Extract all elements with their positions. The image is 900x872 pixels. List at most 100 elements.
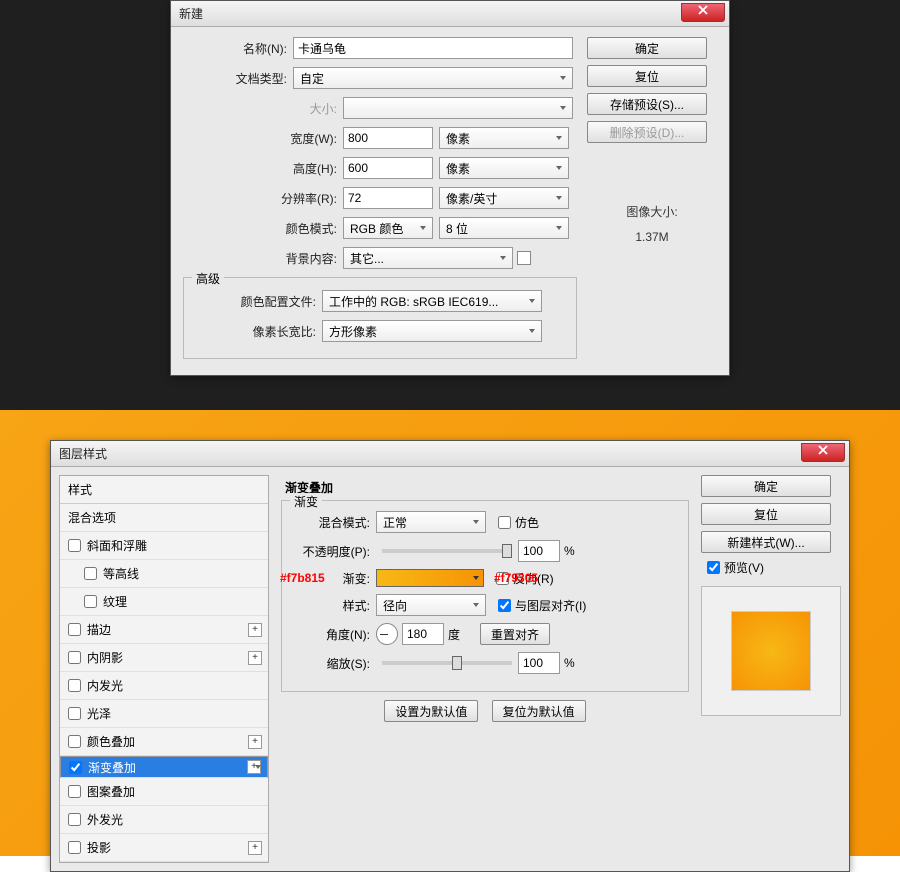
name-input[interactable]	[293, 37, 573, 59]
gradient-group: 渐变 混合模式: 正常 仿色 不透明度(P): % #f7b815	[281, 500, 689, 692]
contour-item[interactable]: 等高线	[60, 560, 268, 588]
name-label: 名称(N):	[183, 40, 293, 57]
gradient-picker[interactable]	[376, 569, 484, 587]
profile-select[interactable]: 工作中的 RGB: sRGB IEC619...	[322, 290, 542, 312]
set-default-button[interactable]: 设置为默认值	[384, 700, 478, 722]
style-label: 样式:	[290, 597, 376, 614]
reset-button[interactable]: 复位	[587, 65, 707, 87]
scale-slider[interactable]	[382, 661, 512, 665]
coloroverlay-add-icon[interactable]: +	[248, 735, 262, 749]
dropshadow-item[interactable]: 投影+	[60, 834, 268, 862]
mode-select[interactable]: RGB 颜色	[343, 217, 433, 239]
degree-label: 度	[448, 626, 460, 643]
bg-select[interactable]: 其它...	[343, 247, 513, 269]
gradientoverlay-add-icon[interactable]: +	[247, 760, 261, 774]
preview-swatch	[731, 611, 811, 691]
dialog-title: 新建	[179, 5, 203, 22]
layer-style-dialog: 图层样式 样式 混合选项 斜面和浮雕 等高线 纹理 描边+ 内阴影+ 内发光 光…	[50, 440, 850, 872]
dither-checkbox[interactable]	[498, 516, 511, 529]
percent-label-2: %	[564, 656, 575, 670]
res-label: 分辨率(R):	[183, 190, 343, 207]
opacity-slider[interactable]	[382, 549, 512, 553]
dropshadow-add-icon[interactable]: +	[248, 841, 262, 855]
advanced-group: 高级 颜色配置文件: 工作中的 RGB: sRGB IEC619... 像素长宽…	[183, 277, 577, 359]
res-unit-select[interactable]: 像素/英寸	[439, 187, 569, 209]
stroke-checkbox[interactable]	[68, 623, 81, 636]
satin-checkbox[interactable]	[68, 707, 81, 720]
ok-button[interactable]: 确定	[701, 475, 831, 497]
reset-button[interactable]: 复位	[701, 503, 831, 525]
width-input[interactable]	[343, 127, 433, 149]
contour-checkbox[interactable]	[84, 567, 97, 580]
outerglow-item[interactable]: 外发光	[60, 806, 268, 834]
stroke-add-icon[interactable]: +	[248, 623, 262, 637]
innerglow-checkbox[interactable]	[68, 679, 81, 692]
coloroverlay-item[interactable]: 颜色叠加+	[60, 728, 268, 756]
mode-label: 颜色模式:	[183, 220, 343, 237]
texture-checkbox[interactable]	[84, 595, 97, 608]
dropshadow-checkbox[interactable]	[68, 841, 81, 854]
doctype-select[interactable]: 自定	[293, 67, 573, 89]
ok-button[interactable]: 确定	[587, 37, 707, 59]
close-button[interactable]	[681, 3, 725, 22]
percent-label: %	[564, 544, 575, 558]
satin-item[interactable]: 光泽	[60, 700, 268, 728]
color2-annotation: #f79305	[494, 571, 538, 585]
new-style-button[interactable]: 新建样式(W)...	[701, 531, 831, 553]
style-select[interactable]: 径向	[376, 594, 486, 616]
subsection-label: 渐变	[290, 493, 322, 510]
angle-label: 角度(N):	[290, 626, 376, 643]
angle-input[interactable]	[402, 623, 444, 645]
align-checkbox[interactable]	[498, 599, 511, 612]
aspect-label: 像素长宽比:	[192, 323, 322, 340]
innershadow-checkbox[interactable]	[68, 651, 81, 664]
innerglow-item[interactable]: 内发光	[60, 672, 268, 700]
scale-input[interactable]	[518, 652, 560, 674]
reset-align-button[interactable]: 重置对齐	[480, 623, 550, 645]
blendmode-label: 混合模式:	[290, 514, 376, 531]
stroke-item[interactable]: 描边+	[60, 616, 268, 644]
gradientoverlay-checkbox[interactable]	[69, 761, 82, 774]
opacity-input[interactable]	[518, 540, 560, 562]
profile-label: 颜色配置文件:	[192, 293, 322, 310]
opacity-label: 不透明度(P):	[290, 543, 376, 560]
aspect-select[interactable]: 方形像素	[322, 320, 542, 342]
size-select[interactable]	[343, 97, 573, 119]
texture-item[interactable]: 纹理	[60, 588, 268, 616]
dialog-title: 图层样式	[59, 445, 107, 462]
height-unit-select[interactable]: 像素	[439, 157, 569, 179]
effects-list: 样式 混合选项 斜面和浮雕 等高线 纹理 描边+ 内阴影+ 内发光 光泽 颜色叠…	[59, 475, 269, 863]
reset-default-button[interactable]: 复位为默认值	[492, 700, 586, 722]
blendmode-select[interactable]: 正常	[376, 511, 486, 533]
angle-dial[interactable]	[376, 623, 398, 645]
width-unit-select[interactable]: 像素	[439, 127, 569, 149]
imagesize-value: 1.37M	[587, 230, 717, 244]
bits-select[interactable]: 8 位	[439, 217, 569, 239]
align-label: 与图层对齐(I)	[515, 597, 586, 614]
preview-label: 预览(V)	[724, 559, 764, 576]
outerglow-checkbox[interactable]	[68, 813, 81, 826]
delete-preset-button: 删除预设(D)...	[587, 121, 707, 143]
innershadow-item[interactable]: 内阴影+	[60, 644, 268, 672]
new-document-dialog: 新建 名称(N): 文档类型: 自定 大小: 宽度	[170, 0, 730, 376]
gradientoverlay-item[interactable]: 渐变叠加+	[60, 756, 268, 778]
bg-label: 背景内容:	[183, 250, 343, 267]
innershadow-add-icon[interactable]: +	[248, 651, 262, 665]
bg-color-swatch[interactable]	[517, 251, 531, 265]
save-preset-button[interactable]: 存储预设(S)...	[587, 93, 707, 115]
patternoverlay-checkbox[interactable]	[68, 785, 81, 798]
color1-annotation: #f7b815	[280, 571, 325, 585]
close-button[interactable]	[801, 443, 845, 462]
bevel-item[interactable]: 斜面和浮雕	[60, 532, 268, 560]
bevel-checkbox[interactable]	[68, 539, 81, 552]
blend-options-item[interactable]: 混合选项	[60, 504, 268, 532]
titlebar[interactable]: 图层样式	[51, 441, 849, 467]
scale-label: 缩放(S):	[290, 655, 376, 672]
height-input[interactable]	[343, 157, 433, 179]
coloroverlay-checkbox[interactable]	[68, 735, 81, 748]
patternoverlay-item[interactable]: 图案叠加	[60, 778, 268, 806]
preview-checkbox[interactable]	[707, 561, 720, 574]
res-input[interactable]	[343, 187, 433, 209]
titlebar[interactable]: 新建	[171, 1, 729, 27]
size-label: 大小:	[183, 100, 343, 117]
